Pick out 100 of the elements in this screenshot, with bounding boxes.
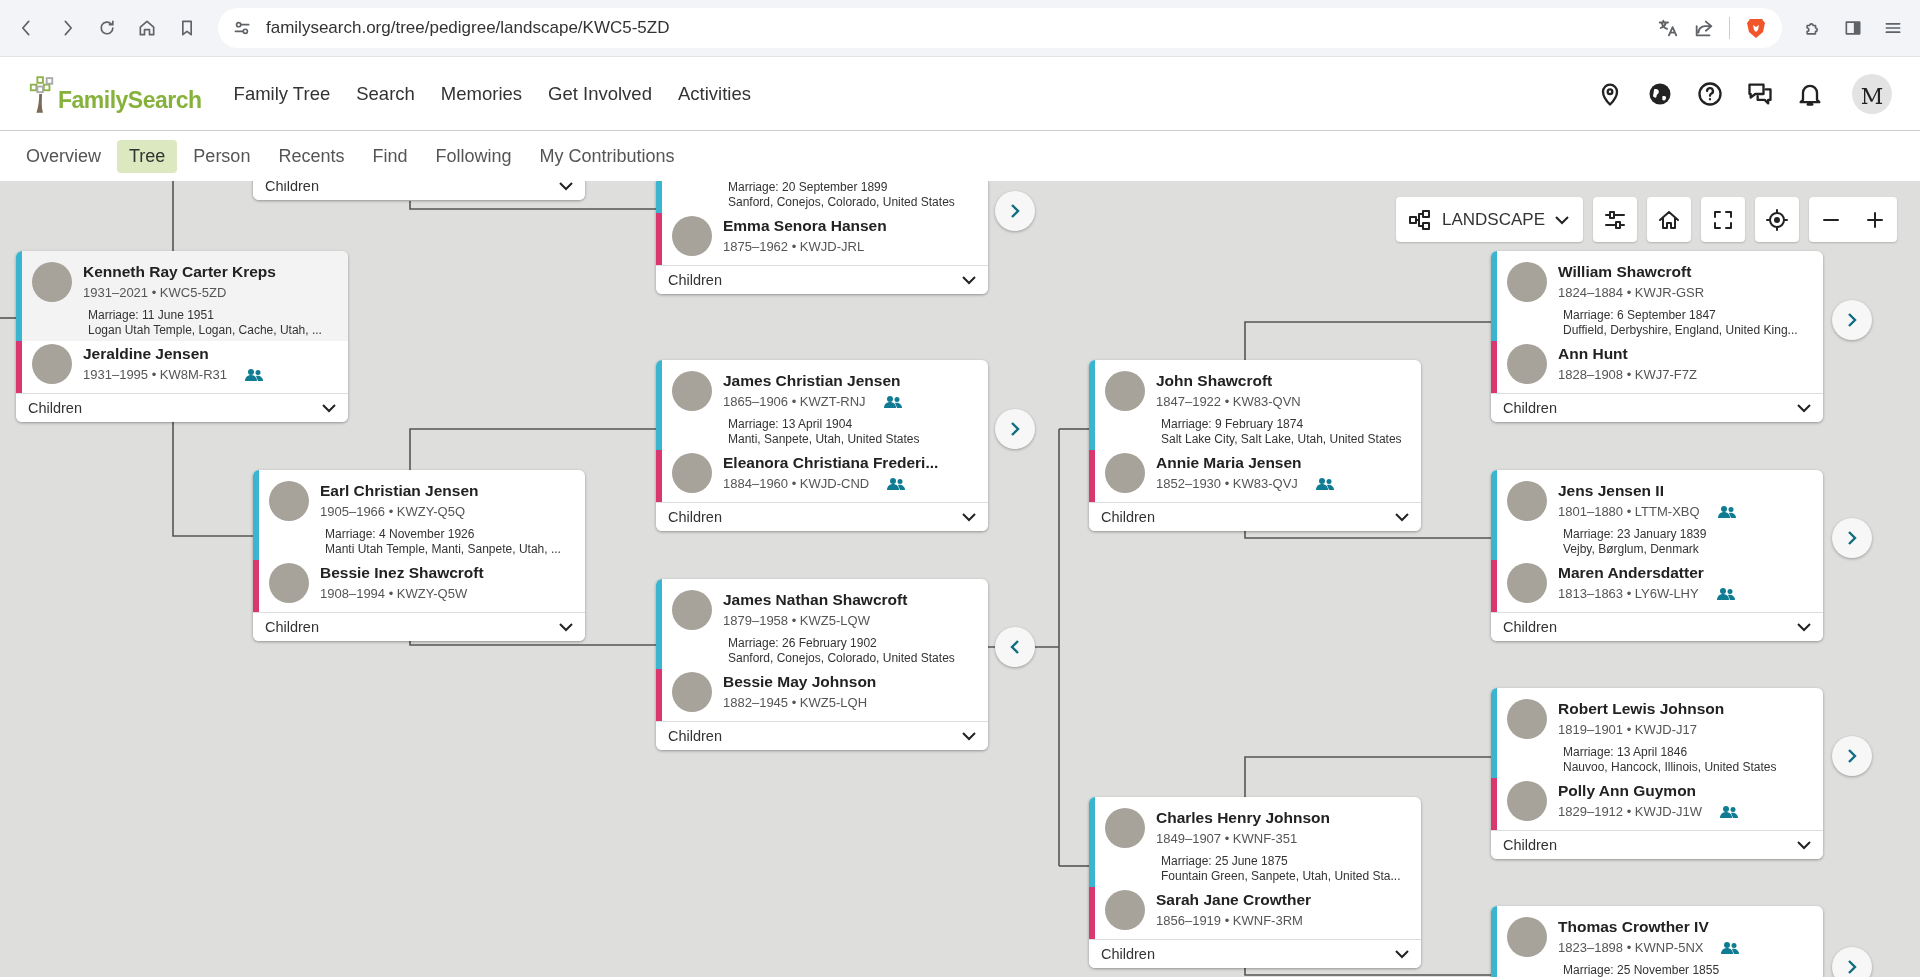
photo-placeholder	[1105, 808, 1145, 848]
people-icon[interactable]	[887, 477, 906, 491]
expand-button[interactable]	[995, 627, 1035, 667]
photo-placeholder	[672, 590, 712, 630]
person-name[interactable]: Polly Ann Guymon	[1558, 780, 1738, 802]
people-icon[interactable]	[245, 368, 264, 382]
tab[interactable]: Find	[360, 139, 420, 173]
person-name[interactable]: James Nathan Shawcroft	[723, 589, 908, 611]
children-dropdown[interactable]: Children	[253, 612, 585, 641]
person-name[interactable]: Ann Hunt	[1558, 343, 1697, 365]
nav-link[interactable]: Memories	[430, 76, 533, 111]
photo-placeholder	[269, 481, 309, 521]
home-icon[interactable]	[137, 18, 157, 38]
photo-placeholder	[269, 563, 309, 603]
person-name[interactable]: Sarah Jane Crowther	[1156, 889, 1312, 911]
life-dates: 1879–1958 • KWZ5-LQW	[723, 612, 870, 630]
photo-placeholder	[1507, 344, 1547, 384]
children-dropdown[interactable]: Children	[1491, 830, 1823, 859]
children-dropdown[interactable]: Children	[1491, 393, 1823, 422]
photo-placeholder	[1105, 890, 1145, 930]
settings-button[interactable]	[1593, 197, 1637, 242]
person-name[interactable]: Maren Andersdatter	[1558, 562, 1735, 584]
person-name[interactable]: Jens Jensen II	[1558, 480, 1736, 502]
tree-layout-icon	[1408, 207, 1432, 232]
tab[interactable]: My Contributions	[527, 139, 687, 173]
marriage-place: Vejby, Børglum, Denmark	[1563, 542, 1700, 557]
fullscreen-button[interactable]	[1701, 197, 1745, 242]
tab[interactable]: Following	[423, 139, 524, 173]
life-dates: 1801–1880 • LTTM-XBQ	[1558, 503, 1700, 521]
nav-link[interactable]: Search	[346, 76, 425, 111]
marriage-date: Marriage: 13 April 1846	[1563, 745, 1689, 760]
marriage-place: Sanford, Conejos, Colorado, United States	[728, 195, 956, 210]
person-name[interactable]: Charles Henry Johnson	[1156, 807, 1330, 829]
chevron-right-icon	[1846, 530, 1858, 546]
minus-icon	[1823, 217, 1839, 222]
lion-shield-icon[interactable]	[1744, 16, 1768, 40]
view-dropdown[interactable]: LANDSCAPE	[1396, 197, 1583, 242]
tab[interactable]: Tree	[117, 139, 178, 173]
children-dropdown[interactable]: Children	[253, 181, 585, 200]
children-dropdown[interactable]: Children	[1089, 502, 1421, 531]
people-icon[interactable]	[1716, 587, 1735, 601]
expand-button[interactable]	[1832, 736, 1872, 776]
person-name[interactable]: Eleanora Christiana Frederi...	[723, 452, 939, 474]
help-icon[interactable]	[1696, 79, 1724, 108]
chevron-left-icon	[1009, 639, 1021, 655]
expand-button[interactable]	[995, 191, 1035, 231]
children-dropdown[interactable]: Children	[16, 393, 348, 422]
people-icon[interactable]	[1315, 477, 1334, 491]
chevron-down-icon	[1555, 214, 1569, 225]
translate-icon[interactable]	[1657, 17, 1679, 39]
chevron-down-icon	[322, 403, 336, 413]
nav-link[interactable]: Activities	[667, 76, 761, 111]
expand-button[interactable]	[1832, 300, 1872, 340]
children-dropdown[interactable]: Children	[1491, 612, 1823, 641]
tab[interactable]: Person	[181, 139, 263, 173]
tab[interactable]: Overview	[14, 139, 113, 173]
address-bar[interactable]: familysearch.org/tree/pedigree/landscape/KWC5-5ZD	[218, 8, 1782, 48]
life-dates: 1931–2021 • KWC5-5ZD	[83, 284, 227, 302]
person-name[interactable]: Annie Maria Jensen	[1156, 452, 1334, 474]
person-name[interactable]: Bessie Inez Shawcroft	[320, 562, 484, 584]
life-dates: 1852–1930 • KW83-QVJ	[1156, 475, 1298, 493]
person-name[interactable]: John Shawcroft	[1156, 370, 1301, 392]
children-dropdown[interactable]: Children	[656, 502, 988, 531]
people-icon[interactable]	[883, 395, 902, 409]
reload-icon[interactable]	[97, 18, 117, 38]
people-icon[interactable]	[1717, 505, 1736, 519]
person-name[interactable]: James Christian Jensen	[723, 370, 902, 392]
people-icon[interactable]	[1721, 941, 1740, 955]
person-name[interactable]: Jeraldine Jensen	[83, 343, 264, 365]
recenter-button[interactable]	[1755, 197, 1799, 242]
marriage-date: Marriage: 20 September 1899	[728, 181, 889, 195]
expand-button[interactable]	[1832, 518, 1872, 558]
expand-button[interactable]	[995, 409, 1035, 449]
person-name[interactable]: Robert Lewis Johnson	[1558, 698, 1725, 720]
avatar[interactable]: M	[1852, 73, 1892, 114]
home-button[interactable]	[1647, 197, 1691, 242]
person-name[interactable]: Emma Senora Hansen	[723, 215, 887, 237]
nav-link[interactable]: Get Involved	[538, 76, 662, 111]
children-dropdown[interactable]: Children	[656, 265, 988, 294]
people-icon[interactable]	[1720, 805, 1738, 819]
sidebar-icon[interactable]	[1843, 18, 1863, 38]
chevron-down-icon	[1797, 622, 1811, 632]
tab[interactable]: Recents	[266, 139, 357, 173]
children-dropdown[interactable]: Children	[656, 721, 988, 750]
children-dropdown[interactable]: Children	[1089, 939, 1421, 968]
photo-placeholder	[1105, 371, 1145, 411]
life-dates: 1847–1922 • KW83-QVN	[1156, 393, 1301, 411]
expand-button[interactable]	[1832, 947, 1872, 977]
person-name[interactable]: Thomas Crowther IV	[1558, 916, 1740, 938]
photo-placeholder	[1507, 262, 1547, 302]
photo-placeholder	[1105, 453, 1145, 493]
url-text: familysearch.org/tree/pedigree/landscape/KWC5-5ZD	[266, 18, 671, 38]
person-name[interactable]: Earl Christian Jensen	[320, 480, 479, 502]
person-name[interactable]: William Shawcroft	[1558, 261, 1705, 283]
chevron-down-icon	[962, 275, 976, 285]
nav-link[interactable]: Family Tree	[223, 76, 341, 111]
life-dates: 1828–1908 • KWJ7-F7Z	[1558, 366, 1697, 384]
person-name[interactable]: Bessie May Johnson	[723, 671, 877, 693]
marriage-place: Salt Lake City, Salt Lake, Utah, United States	[1161, 432, 1403, 447]
person-name[interactable]: Kenneth Ray Carter Kreps	[83, 261, 276, 283]
